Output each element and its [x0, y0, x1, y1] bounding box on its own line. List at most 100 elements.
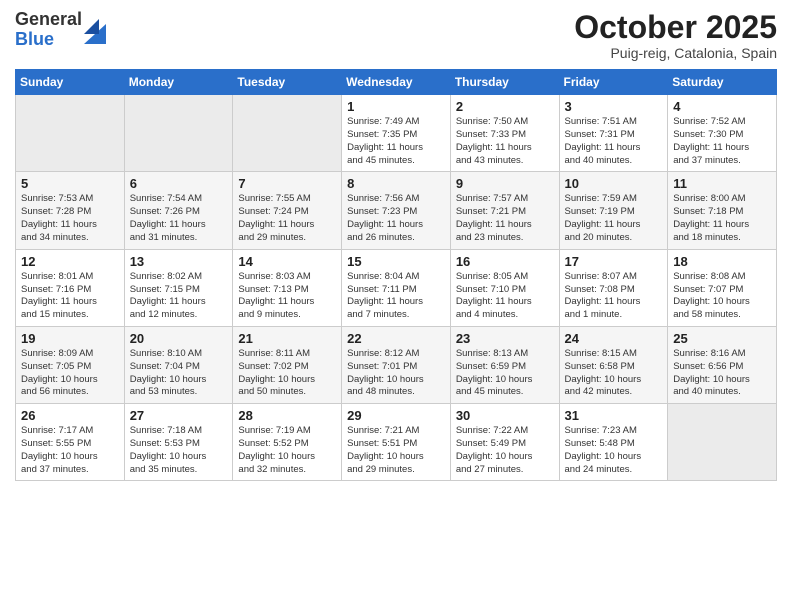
- calendar-day-2: 2Sunrise: 7:50 AMSunset: 7:33 PMDaylight…: [450, 95, 559, 172]
- day-detail: Sunrise: 8:12 AMSunset: 7:01 PMDaylight:…: [347, 348, 445, 399]
- calendar-day-12: 12 Sunrise: 8:01 AMSunset: 7:16 PMDayligh…: [16, 249, 125, 326]
- weekday-header-monday: Monday: [124, 70, 233, 95]
- weekday-header-sunday: Sunday: [16, 70, 125, 95]
- day-number: 29: [347, 408, 445, 423]
- day-number: 1: [347, 99, 445, 114]
- day-number: 7: [238, 176, 336, 191]
- day-detail: Sunrise: 8:05 AMSunset: 7:10 PMDaylight:…: [456, 271, 554, 322]
- day-detail: Sunrise: 8:13 AMSunset: 6:59 PMDaylight:…: [456, 348, 554, 399]
- calendar-day-5: 5 Sunrise: 7:53 AMSunset: 7:28 PMDaylight…: [16, 172, 125, 249]
- weekday-header-saturday: Saturday: [668, 70, 777, 95]
- day-number: 13: [130, 254, 228, 269]
- header: General Blue October 2025 Puig-reig, Cat…: [15, 10, 777, 61]
- day-detail: Sunrise: 7:54 AMSunset: 7:26 PMDaylight:…: [130, 193, 228, 244]
- day-number: 21: [238, 331, 336, 346]
- day-number: 16: [456, 254, 554, 269]
- day-detail: Sunrise: 7:53 AMSunset: 7:28 PMDaylight:…: [21, 193, 119, 244]
- calendar-day-9: 9 Sunrise: 7:57 AMSunset: 7:21 PMDaylight…: [450, 172, 559, 249]
- calendar-week-row: 5 Sunrise: 7:53 AMSunset: 7:28 PMDaylight…: [16, 172, 777, 249]
- calendar-week-row: 12 Sunrise: 8:01 AMSunset: 7:16 PMDayligh…: [16, 249, 777, 326]
- day-detail: Sunrise: 7:23 AMSunset: 5:48 PMDaylight:…: [565, 425, 663, 476]
- day-detail: Sunrise: 8:08 AMSunset: 7:07 PMDaylight:…: [673, 271, 771, 322]
- calendar-day-18: 18 Sunrise: 8:08 AMSunset: 7:07 PMDayligh…: [668, 249, 777, 326]
- calendar-day-25: 25Sunrise: 8:16 AMSunset: 6:56 PMDayligh…: [668, 326, 777, 403]
- day-detail: Sunrise: 8:09 AMSunset: 7:05 PMDaylight:…: [21, 348, 119, 399]
- logo-text: General Blue: [15, 10, 82, 50]
- calendar-day-26: 26Sunrise: 7:17 AMSunset: 5:55 PMDayligh…: [16, 404, 125, 481]
- title-block: October 2025 Puig-reig, Catalonia, Spain: [574, 10, 777, 61]
- day-number: 24: [565, 331, 663, 346]
- day-detail: Sunrise: 7:55 AMSunset: 7:24 PMDaylight:…: [238, 193, 336, 244]
- day-number: 5: [21, 176, 119, 191]
- day-number: 8: [347, 176, 445, 191]
- location: Puig-reig, Catalonia, Spain: [574, 45, 777, 61]
- day-number: 22: [347, 331, 445, 346]
- logo-blue: Blue: [15, 30, 82, 50]
- calendar-table: SundayMondayTuesdayWednesdayThursdayFrid…: [15, 69, 777, 481]
- calendar-day-1: 1 Sunrise: 7:49 AMSunset: 7:35 PMDaylight…: [342, 95, 451, 172]
- day-number: 31: [565, 408, 663, 423]
- calendar-day-29: 29 Sunrise: 7:21 AMSunset: 5:51 PMDayligh…: [342, 404, 451, 481]
- day-detail: Sunrise: 7:49 AMSunset: 7:35 PMDaylight:…: [347, 116, 445, 167]
- calendar-day-3: 3Sunrise: 7:51 AMSunset: 7:31 PMDaylight…: [559, 95, 668, 172]
- weekday-header-tuesday: Tuesday: [233, 70, 342, 95]
- day-number: 17: [565, 254, 663, 269]
- day-number: 20: [130, 331, 228, 346]
- calendar-day-21: 21 Sunrise: 8:11 AMSunset: 7:02 PMDayligh…: [233, 326, 342, 403]
- day-detail: Sunrise: 7:19 AMSunset: 5:52 PMDaylight:…: [238, 425, 336, 476]
- calendar-day-6: 6Sunrise: 7:54 AMSunset: 7:26 PMDaylight…: [124, 172, 233, 249]
- day-number: 14: [238, 254, 336, 269]
- weekday-header-wednesday: Wednesday: [342, 70, 451, 95]
- day-detail: Sunrise: 7:56 AMSunset: 7:23 PMDaylight:…: [347, 193, 445, 244]
- day-detail: Sunrise: 7:21 AMSunset: 5:51 PMDaylight:…: [347, 425, 445, 476]
- day-number: 30: [456, 408, 554, 423]
- day-number: 10: [565, 176, 663, 191]
- calendar-day-16: 16 Sunrise: 8:05 AMSunset: 7:10 PMDayligh…: [450, 249, 559, 326]
- empty-day-cell: [233, 95, 342, 172]
- day-detail: Sunrise: 7:57 AMSunset: 7:21 PMDaylight:…: [456, 193, 554, 244]
- calendar-day-31: 31 Sunrise: 7:23 AMSunset: 5:48 PMDayligh…: [559, 404, 668, 481]
- empty-day-cell: [668, 404, 777, 481]
- day-detail: Sunrise: 7:52 AMSunset: 7:30 PMDaylight:…: [673, 116, 771, 167]
- calendar-day-28: 28Sunrise: 7:19 AMSunset: 5:52 PMDayligh…: [233, 404, 342, 481]
- day-number: 18: [673, 254, 771, 269]
- calendar-day-19: 19 Sunrise: 8:09 AMSunset: 7:05 PMDayligh…: [16, 326, 125, 403]
- day-detail: Sunrise: 8:02 AMSunset: 7:15 PMDaylight:…: [130, 271, 228, 322]
- calendar-day-30: 30 Sunrise: 7:22 AMSunset: 5:49 PMDayligh…: [450, 404, 559, 481]
- empty-day-cell: [124, 95, 233, 172]
- day-detail: Sunrise: 8:15 AMSunset: 6:58 PMDaylight:…: [565, 348, 663, 399]
- day-number: 15: [347, 254, 445, 269]
- day-number: 11: [673, 176, 771, 191]
- day-number: 27: [130, 408, 228, 423]
- day-number: 9: [456, 176, 554, 191]
- calendar-week-row: 19 Sunrise: 8:09 AMSunset: 7:05 PMDayligh…: [16, 326, 777, 403]
- day-detail: Sunrise: 8:03 AMSunset: 7:13 PMDaylight:…: [238, 271, 336, 322]
- empty-day-cell: [16, 95, 125, 172]
- calendar-day-24: 24 Sunrise: 8:15 AMSunset: 6:58 PMDayligh…: [559, 326, 668, 403]
- day-detail: Sunrise: 8:10 AMSunset: 7:04 PMDaylight:…: [130, 348, 228, 399]
- calendar-week-row: 1 Sunrise: 7:49 AMSunset: 7:35 PMDaylight…: [16, 95, 777, 172]
- calendar-day-11: 11 Sunrise: 8:00 AMSunset: 7:18 PMDayligh…: [668, 172, 777, 249]
- day-detail: Sunrise: 8:11 AMSunset: 7:02 PMDaylight:…: [238, 348, 336, 399]
- day-detail: Sunrise: 8:01 AMSunset: 7:16 PMDaylight:…: [21, 271, 119, 322]
- calendar-day-7: 7 Sunrise: 7:55 AMSunset: 7:24 PMDaylight…: [233, 172, 342, 249]
- calendar-day-13: 13 Sunrise: 8:02 AMSunset: 7:15 PMDayligh…: [124, 249, 233, 326]
- logo: General Blue: [15, 10, 106, 50]
- day-detail: Sunrise: 7:50 AMSunset: 7:33 PMDaylight:…: [456, 116, 554, 167]
- calendar-day-10: 10Sunrise: 7:59 AMSunset: 7:19 PMDayligh…: [559, 172, 668, 249]
- day-detail: Sunrise: 8:07 AMSunset: 7:08 PMDaylight:…: [565, 271, 663, 322]
- day-number: 26: [21, 408, 119, 423]
- calendar-day-14: 14 Sunrise: 8:03 AMSunset: 7:13 PMDayligh…: [233, 249, 342, 326]
- day-detail: Sunrise: 8:00 AMSunset: 7:18 PMDaylight:…: [673, 193, 771, 244]
- day-detail: Sunrise: 8:04 AMSunset: 7:11 PMDaylight:…: [347, 271, 445, 322]
- day-number: 3: [565, 99, 663, 114]
- day-number: 12: [21, 254, 119, 269]
- day-detail: Sunrise: 7:18 AMSunset: 5:53 PMDaylight:…: [130, 425, 228, 476]
- calendar-day-15: 15 Sunrise: 8:04 AMSunset: 7:11 PMDayligh…: [342, 249, 451, 326]
- logo-icon: [84, 14, 106, 44]
- day-detail: Sunrise: 7:22 AMSunset: 5:49 PMDaylight:…: [456, 425, 554, 476]
- calendar-day-4: 4Sunrise: 7:52 AMSunset: 7:30 PMDaylight…: [668, 95, 777, 172]
- calendar-day-23: 23 Sunrise: 8:13 AMSunset: 6:59 PMDayligh…: [450, 326, 559, 403]
- day-number: 19: [21, 331, 119, 346]
- day-number: 23: [456, 331, 554, 346]
